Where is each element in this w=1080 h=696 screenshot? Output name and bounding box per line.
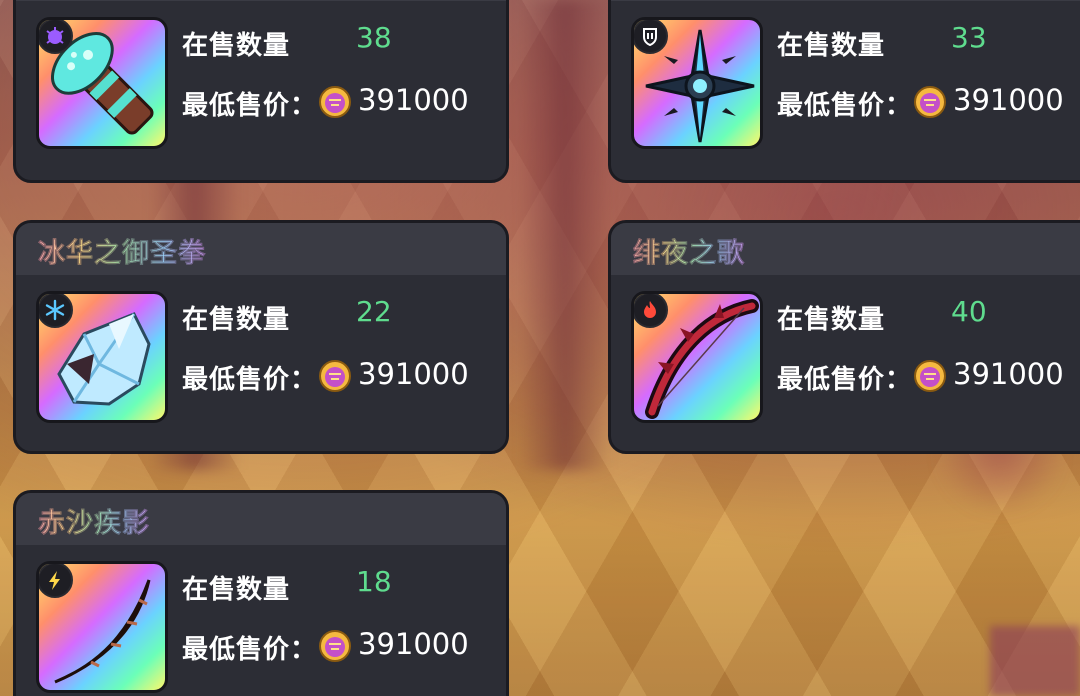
snowflake-icon [39, 294, 73, 328]
ice-fist-icon [36, 291, 168, 423]
quantity-value: 40 [951, 295, 987, 328]
price-label: 最低售价： [182, 91, 318, 121]
item-card[interactable]: 绯夜之歌 在售数量 40 最低售价： 391000 [608, 220, 1080, 454]
item-title: 绯夜之歌 [611, 223, 1080, 275]
bug-icon [39, 20, 73, 54]
coin-icon [914, 360, 946, 392]
item-card[interactable]: 在售数量 33 最低售价： 391000 [608, 0, 1080, 183]
price-value: 391000 [953, 357, 1064, 391]
price-value: 391000 [953, 83, 1064, 117]
spiked-star-icon [631, 17, 763, 149]
coin-icon [914, 86, 946, 118]
lightning-icon [39, 564, 73, 598]
quantity-label: 在售数量 [182, 31, 291, 61]
coin-icon [319, 86, 351, 118]
quantity-value: 22 [356, 295, 392, 328]
price-value: 391000 [358, 357, 469, 391]
quantity-value: 33 [951, 21, 987, 54]
coin-icon [319, 630, 351, 662]
item-card[interactable]: 赤沙疾影 在售数量 18 最低售价： 391000 [13, 490, 509, 696]
flame-icon [634, 294, 668, 328]
quantity-label: 在售数量 [777, 31, 886, 61]
price-label: 最低售价： [777, 91, 913, 121]
item-title: 冰华之御圣拳 [16, 223, 506, 275]
mushroom-cannon-icon [36, 17, 168, 149]
quantity-value: 18 [356, 565, 392, 598]
crimson-bow-icon [631, 291, 763, 423]
quantity-label: 在售数量 [182, 575, 291, 605]
quantity-value: 38 [356, 21, 392, 54]
quantity-label: 在售数量 [777, 305, 886, 335]
price-value: 391000 [358, 627, 469, 661]
price-label: 最低售价： [182, 635, 318, 665]
price-label: 最低售价： [182, 365, 318, 395]
price-label: 最低售价： [777, 365, 913, 395]
item-card[interactable]: 冰华之御圣拳 在售数量 22 最低售价： 391000 [13, 220, 509, 454]
shield-hand-icon [634, 20, 668, 54]
quantity-label: 在售数量 [182, 305, 291, 335]
coin-icon [319, 360, 351, 392]
item-title: 赤沙疾影 [16, 493, 506, 545]
sand-blade-icon [36, 561, 168, 693]
item-card[interactable]: 在售数量 38 最低售价： 391000 [13, 0, 509, 183]
price-value: 391000 [358, 83, 469, 117]
